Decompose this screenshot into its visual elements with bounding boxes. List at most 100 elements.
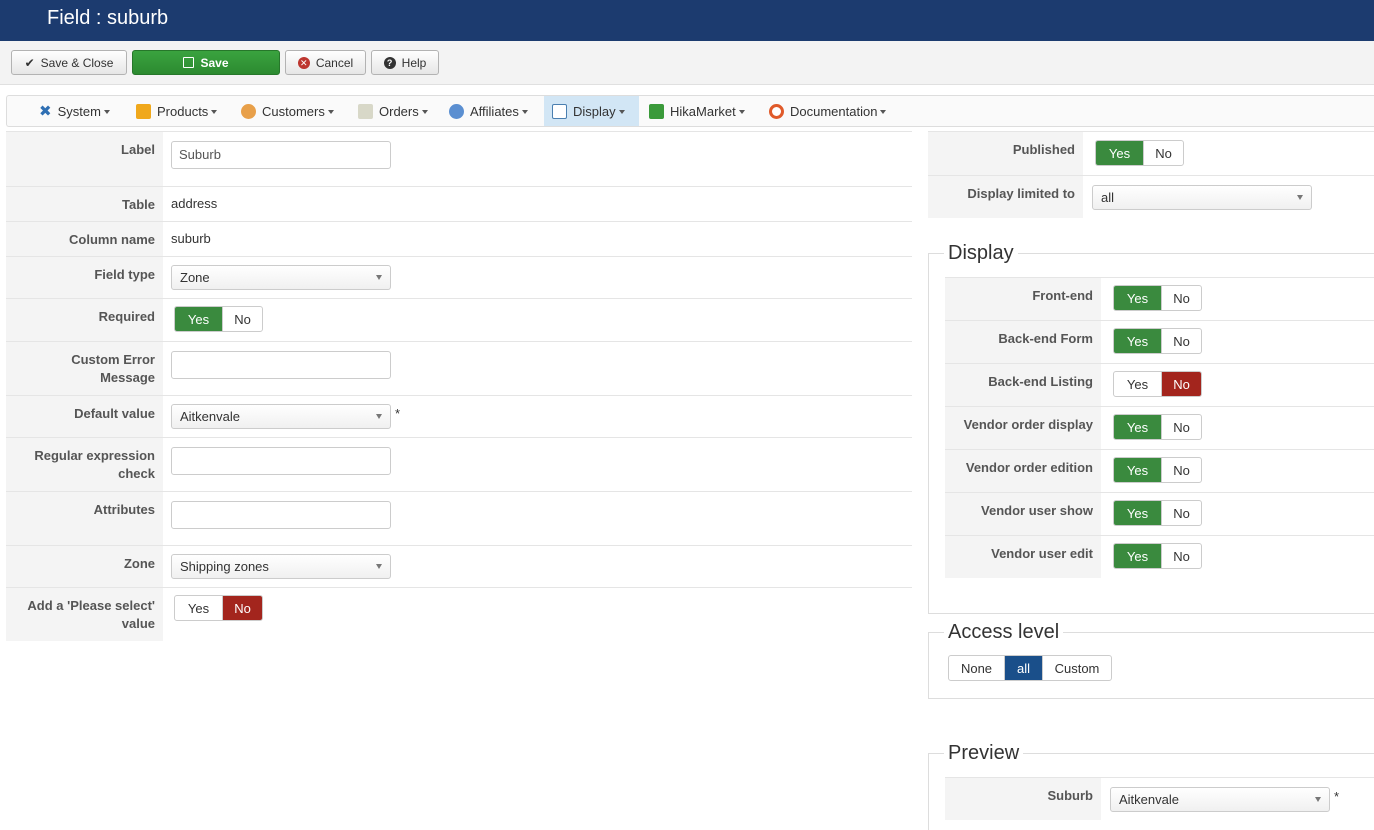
orders-icon [358,103,373,119]
access-legend: Access level [944,621,1064,644]
display-row-toggle: Yes No [1113,457,1202,483]
toggle-no[interactable]: No [1161,458,1201,482]
chevron-down-icon [103,110,110,114]
toggle-no[interactable]: No [1161,501,1201,525]
preview-legend: Preview [944,742,1024,765]
chevron-down-icon [376,414,382,419]
preview-label: Suburb [945,778,1101,820]
toggle-yes[interactable]: Yes [1114,501,1161,525]
required-yes[interactable]: Yes [175,307,222,331]
chevron-down-icon [618,110,625,114]
menu-display[interactable]: Display [544,96,639,126]
row-preview: Suburb Aitkenvale * [945,777,1374,820]
row-required: Required Yes No [6,298,912,341]
column-name-label: Column name [6,222,163,256]
menu-customers[interactable]: Customers [233,96,342,126]
published-no[interactable]: No [1143,141,1183,165]
display-row-label: Back-end Form [945,321,1101,363]
display-limited-select[interactable]: all [1092,185,1312,210]
table-value: address [171,196,218,211]
regex-label: Regular expression check [6,438,163,491]
label-input[interactable]: Suburb [171,141,391,169]
please-select-yes[interactable]: Yes [175,596,222,620]
display-row: Back-end Form Yes No [945,320,1374,363]
toggle-yes[interactable]: Yes [1114,329,1161,353]
toggle-no[interactable]: No [1161,286,1201,310]
zone-select[interactable]: Shipping zones [171,554,391,579]
menu-system[interactable]: ✖ System [31,96,118,126]
required-toggle: Yes No [174,306,263,332]
published-yes[interactable]: Yes [1096,141,1143,165]
toggle-yes[interactable]: Yes [1114,372,1161,396]
toggle-yes[interactable]: Yes [1114,544,1161,568]
published-toggle: Yes No [1095,140,1184,166]
display-row-toggle: Yes No [1113,414,1202,440]
row-custom-error: Custom Error Message [6,341,912,395]
default-value-label: Default value [6,396,163,437]
cancel-button[interactable]: ✕ Cancel [285,50,366,75]
toggle-no[interactable]: No [1161,544,1201,568]
display-row-label: Vendor user show [945,493,1101,535]
save-icon [183,57,195,68]
display-row-label: Vendor order edition [945,450,1101,492]
lifebuoy-icon [769,103,784,119]
row-zone: Zone Shipping zones [6,545,912,587]
save-label: Save [200,55,229,70]
custom-error-input[interactable] [171,351,391,379]
chevron-down-icon [421,110,428,114]
hikamarket-icon [649,103,664,119]
toggle-no[interactable]: No [1161,329,1201,353]
display-row-toggle: Yes No [1113,500,1202,526]
toggle-yes[interactable]: Yes [1114,415,1161,439]
access-level-toggle: None all Custom [948,655,1112,681]
title-bar: Field : suburb [0,0,1374,41]
menu-documentation-label: Documentation [790,103,878,119]
menu-documentation[interactable]: Documentation [761,96,894,126]
row-published: Published Yes No [928,131,1374,175]
row-field-type: Field type Zone [6,256,912,298]
required-no[interactable]: No [222,307,262,331]
default-value-value: Aitkenvale [180,409,240,424]
access-all[interactable]: all [1004,656,1042,680]
toggle-yes[interactable]: Yes [1114,286,1161,310]
menu-affiliates[interactable]: Affiliates [441,96,536,126]
field-type-value: Zone [180,270,210,285]
please-select-no[interactable]: No [222,596,262,620]
access-none[interactable]: None [949,656,1004,680]
display-legend: Display [944,242,1018,265]
tools-icon: ✖ [39,103,52,120]
access-custom[interactable]: Custom [1042,656,1111,680]
default-value-select[interactable]: Aitkenvale [171,404,391,429]
label-label: Label [6,132,163,186]
display-limited-label: Display limited to [928,176,1083,218]
save-close-button[interactable]: ✔ Save & Close [11,50,127,75]
field-type-select[interactable]: Zone [171,265,391,290]
toggle-yes[interactable]: Yes [1114,458,1161,482]
chevron-down-icon [880,110,887,114]
table-label: Table [6,187,163,221]
cancel-label: Cancel [315,55,354,70]
toggle-no[interactable]: No [1161,372,1201,396]
display-row: Vendor user edit Yes No [945,535,1374,578]
save-button[interactable]: Save [132,50,280,75]
display-row: Vendor user show Yes No [945,492,1374,535]
chevron-down-icon [738,110,745,114]
required-label: Required [6,299,163,341]
display-row-label: Front-end [945,278,1101,320]
menu-system-label: System [57,103,101,119]
menu-hikamarket[interactable]: HikaMarket [641,96,753,126]
attributes-input[interactable] [171,501,391,529]
preview-select[interactable]: Aitkenvale [1110,787,1330,812]
display-row-toggle: Yes No [1113,543,1202,569]
help-button[interactable]: ? Help [371,50,439,75]
chevron-down-icon [521,110,528,114]
menu-products[interactable]: Products [128,96,225,126]
attributes-label: Attributes [6,492,163,545]
toggle-no[interactable]: No [1161,415,1201,439]
display-row-label: Vendor user edit [945,536,1101,578]
row-default-value: Default value Aitkenvale * [6,395,912,437]
menu-orders[interactable]: Orders [350,96,436,126]
help-icon: ? [383,56,396,69]
regex-input[interactable] [171,447,391,475]
row-please-select: Add a 'Please select' value Yes No [6,587,912,641]
